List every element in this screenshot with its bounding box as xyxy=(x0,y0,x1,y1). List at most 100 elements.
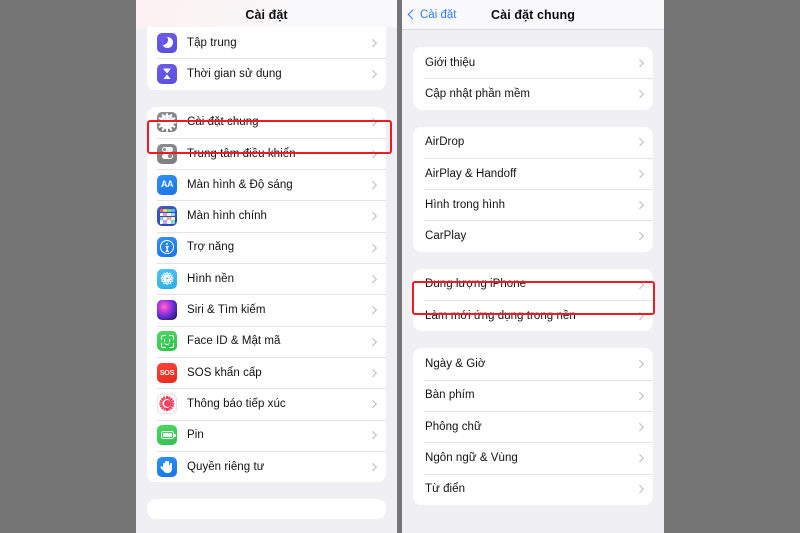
chevron-right-icon xyxy=(368,337,377,346)
list-item-label: Hình trong hình xyxy=(425,198,506,211)
list-item-label: CarPlay xyxy=(425,230,467,243)
sidebar-item-wallpaper[interactable]: Hình nền xyxy=(147,263,386,295)
sidebar-item-accessibility[interactable]: Trợ năng xyxy=(147,231,386,264)
sidebar-item-label: Tập trung xyxy=(187,36,237,49)
chevron-right-icon xyxy=(635,454,644,462)
sidebar-item-home-screen[interactable]: Màn hình chính xyxy=(147,200,386,232)
chevron-right-icon xyxy=(368,400,377,408)
list-item-fonts[interactable]: Phông chữ xyxy=(413,410,653,443)
sidebar-item-control-center[interactable]: Trung tâm điều khiển xyxy=(147,137,386,170)
list-item-carplay[interactable]: CarPlay xyxy=(413,220,653,252)
sidebar-item-label: Cài đặt chung xyxy=(187,116,259,129)
sidebar-item-label: SOS khẩn cấp xyxy=(187,366,262,379)
chevron-right-icon xyxy=(635,311,644,320)
list-item-language-region[interactable]: Ngôn ngữ & Vùng xyxy=(413,442,653,474)
list-item-background-app-refresh[interactable]: Làm mới ứng dụng trong nền xyxy=(413,300,653,332)
sidebar-item-label: Pin xyxy=(187,429,204,442)
sidebar-item-focus[interactable]: Tập trung xyxy=(147,27,386,59)
gear-icon xyxy=(157,112,177,133)
sidebar-item-general[interactable]: Cài đặt chung xyxy=(147,106,386,138)
sidebar-item-screen-time[interactable]: Thời gian sử dụng xyxy=(147,58,386,90)
chevron-right-icon xyxy=(635,138,644,147)
face-id-icon xyxy=(157,331,177,352)
chevron-right-icon xyxy=(368,274,377,283)
sidebar-item-display-brightness[interactable]: AA Màn hình & Độ sáng xyxy=(147,169,386,201)
chevron-left-icon xyxy=(407,9,418,20)
back-button-label: Cài đặt xyxy=(420,8,457,21)
list-item-label: Từ điển xyxy=(425,483,466,496)
chevron-right-icon xyxy=(635,232,644,241)
chevron-right-icon xyxy=(368,149,377,158)
battery-icon xyxy=(157,425,177,446)
list-item-label: Dung lượng iPhone xyxy=(425,278,527,291)
chevron-right-icon xyxy=(635,58,644,67)
list-item-label: AirDrop xyxy=(425,136,465,149)
chevron-right-icon xyxy=(368,212,377,221)
left-navbar: Cài đặt xyxy=(136,0,397,30)
settings-list-panel: Cài đặt Tập trung Thời gian sử dụng Cài … xyxy=(136,0,397,533)
wallpaper-flower-icon xyxy=(157,268,177,289)
left-scroll-body[interactable]: Tập trung Thời gian sử dụng Cài đặt chun… xyxy=(136,27,397,530)
chevron-right-icon xyxy=(635,169,644,178)
left-navbar-title: Cài đặt xyxy=(245,7,288,22)
chevron-right-icon xyxy=(368,180,377,189)
sidebar-item-siri-search[interactable]: Siri & Tìm kiếm xyxy=(147,294,386,326)
control-center-icon xyxy=(157,143,177,164)
list-item-keyboard[interactable]: Bàn phím xyxy=(413,379,653,411)
list-item-iphone-storage[interactable]: Dung lượng iPhone xyxy=(413,268,653,301)
list-item-software-update[interactable]: Cập nhật phần mềm xyxy=(413,78,653,110)
list-item-label: Ngày & Giờ xyxy=(425,358,486,371)
settings-group-main: Cài đặt chung Trung tâm điều khiển AA Mà… xyxy=(147,106,386,483)
display-brightness-icon: AA xyxy=(157,174,177,195)
chevron-right-icon xyxy=(635,90,644,98)
sidebar-item-label: Thời gian sử dụng xyxy=(187,67,282,80)
chevron-right-icon xyxy=(635,360,644,368)
chevron-right-icon xyxy=(635,391,644,400)
chevron-right-icon xyxy=(368,243,377,252)
screenshot-root: Cài đặt Tập trung Thời gian sử dụng Cài … xyxy=(0,0,800,533)
list-item-picture-in-picture[interactable]: Hình trong hình xyxy=(413,189,653,221)
screen-time-hourglass-icon xyxy=(157,63,177,84)
sidebar-item-label: Quyền riêng tư xyxy=(187,460,265,473)
siri-orb-icon xyxy=(157,300,177,321)
sidebar-item-label: Trợ năng xyxy=(187,241,235,254)
list-item-airplay-handoff[interactable]: AirPlay & Handoff xyxy=(413,157,653,190)
chevron-right-icon xyxy=(368,38,377,47)
back-button[interactable]: Cài đặt xyxy=(407,8,457,21)
chevron-right-icon xyxy=(368,70,377,78)
list-item-about[interactable]: Giới thiệu xyxy=(413,47,653,79)
sidebar-item-face-id[interactable]: Face ID & Mật mã xyxy=(147,325,386,357)
chevron-right-icon xyxy=(635,422,644,431)
list-item-label: Phông chữ xyxy=(425,420,482,433)
sidebar-item-emergency-sos[interactable]: SOS SOS khẩn cấp xyxy=(147,356,386,389)
general-group-storage: Dung lượng iPhone Làm mới ứng dụng trong… xyxy=(413,268,653,332)
list-item-label: Giới thiệu xyxy=(425,56,476,69)
sidebar-item-label: Siri & Tìm kiếm xyxy=(187,304,266,317)
chevron-right-icon xyxy=(368,368,377,377)
chevron-right-icon xyxy=(635,485,644,494)
list-item-dictionary[interactable]: Từ điển xyxy=(413,473,653,505)
chevron-right-icon xyxy=(368,306,377,314)
privacy-hand-icon xyxy=(157,456,177,477)
home-screen-grid-icon xyxy=(157,206,177,227)
right-scroll-body[interactable]: Giới thiệu Cập nhật phần mềm AirDrop Air… xyxy=(402,30,664,533)
exposure-notification-icon xyxy=(157,393,177,414)
right-navbar-title: Cài đặt chung xyxy=(491,7,575,22)
chevron-right-icon xyxy=(368,462,377,471)
right-navbar: Cài đặt Cài đặt chung xyxy=(402,0,664,30)
sidebar-item-label: Màn hình & Độ sáng xyxy=(187,178,293,191)
list-item-airdrop[interactable]: AirDrop xyxy=(413,126,653,158)
sidebar-item-label: Hình nền xyxy=(187,272,235,285)
sidebar-item-exposure-notifications[interactable]: Thông báo tiếp xúc xyxy=(147,388,386,420)
chevron-right-icon xyxy=(368,431,377,440)
sidebar-item-privacy[interactable]: Quyền riêng tư xyxy=(147,450,386,483)
list-item-label: Làm mới ứng dụng trong nền xyxy=(425,309,576,322)
chevron-right-icon xyxy=(635,200,644,209)
chevron-right-icon xyxy=(368,118,377,127)
list-item-label: Cập nhật phần mềm xyxy=(425,87,531,100)
general-group-about: Giới thiệu Cập nhật phần mềm xyxy=(413,47,653,110)
list-item-date-time[interactable]: Ngày & Giờ xyxy=(413,348,653,380)
sos-icon: SOS xyxy=(157,362,177,383)
sidebar-item-battery[interactable]: Pin xyxy=(147,419,386,451)
focus-moon-icon xyxy=(157,32,177,53)
